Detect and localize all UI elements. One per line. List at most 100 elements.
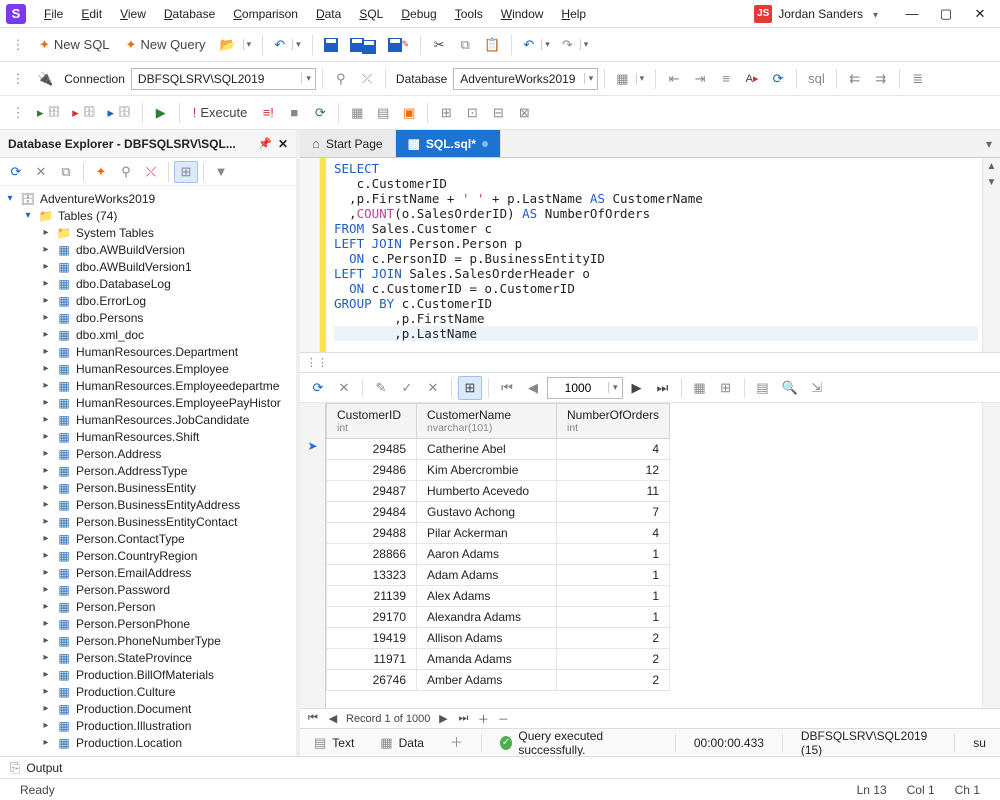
db-debug-button[interactable]: ▸🗄 (102, 101, 135, 125)
user-badge[interactable]: JS (754, 5, 772, 23)
tree-table[interactable]: ▸▦Person.Address (0, 445, 296, 462)
last-page-button[interactable]: ⏭ (651, 376, 675, 400)
refresh-results-button[interactable]: ⟳ (306, 376, 330, 400)
tree-table[interactable]: ▸▦dbo.DatabaseLog (0, 275, 296, 292)
result-text-button[interactable]: ▤ (371, 101, 395, 125)
user-dropdown[interactable] (869, 7, 878, 21)
first-page-button[interactable]: ⏮ (495, 376, 519, 400)
pane-2-button[interactable]: ⊡ (460, 101, 484, 125)
rollback-button[interactable]: ✕ (421, 376, 445, 400)
indent-left-button[interactable]: ⇤ (662, 67, 686, 91)
execute-to-cursor-button[interactable]: ≡! (256, 101, 280, 125)
nav-next[interactable]: ▶ (436, 712, 450, 725)
history-back-button[interactable]: ↶▾ (269, 33, 305, 57)
refresh-button[interactable]: ⟳ (766, 67, 790, 91)
cut-button[interactable]: ✂ (427, 33, 451, 57)
indent-right-button[interactable]: ⇥ (688, 67, 712, 91)
commit-button[interactable]: ✓ (395, 376, 419, 400)
data-tab-button[interactable]: ▦Data (372, 736, 432, 750)
view-mode-button[interactable]: ⊞ (174, 161, 198, 183)
new-query-button[interactable]: ✦New Query (119, 33, 213, 57)
tree-table[interactable]: ▸▦HumanResources.EmployeePayHistor (0, 394, 296, 411)
scroll-down-icon[interactable]: ▼ (983, 174, 1000, 190)
menu-database[interactable]: Database (156, 4, 223, 24)
save-as-button[interactable]: ✎ (383, 33, 415, 57)
tree-table[interactable]: ▸▦HumanResources.Employee (0, 360, 296, 377)
connection-combo[interactable]: DBFSQLSRV\SQL2019▾ (131, 68, 316, 90)
add-tab-button[interactable]: ＋ (442, 736, 471, 749)
copy-button[interactable]: ⧉ (453, 33, 477, 57)
plug-tree-button[interactable]: ⚲ (114, 161, 138, 183)
close-button[interactable]: ✕ (966, 3, 994, 25)
tree-table[interactable]: ▸▦HumanResources.JobCandidate (0, 411, 296, 428)
tree-table[interactable]: ▸▦Person.BusinessEntityAddress (0, 496, 296, 513)
menu-tools[interactable]: Tools (447, 4, 491, 24)
tool-btn-1[interactable]: ▦▾ (611, 67, 649, 91)
tree-table[interactable]: ▸▦Person.PersonPhone (0, 615, 296, 632)
view1-button[interactable]: ▦ (688, 376, 712, 400)
refresh-tree-button[interactable]: ⟳ (4, 161, 28, 183)
comment-button[interactable]: ≡ (714, 67, 738, 91)
list-button[interactable]: ≣ (906, 67, 930, 91)
tabs-overflow[interactable]: ▾ (978, 130, 1000, 157)
output-panel-tab[interactable]: ⎘ Output (0, 756, 1000, 778)
page-size-combo[interactable]: ▾ (547, 377, 623, 399)
text-tab-button[interactable]: ▤Text (306, 736, 362, 750)
filter-button[interactable]: ▼ (209, 161, 233, 183)
nav-del[interactable]: － (496, 711, 510, 727)
tree-table[interactable]: ▸▦Production.BillOfMaterials (0, 666, 296, 683)
nav-first[interactable]: ⏮ (306, 712, 320, 725)
copy-tree-button[interactable]: ⧉ (54, 161, 78, 183)
pane-1-button[interactable]: ⊞ (434, 101, 458, 125)
minimize-button[interactable]: — (898, 3, 926, 25)
results-grid[interactable]: CustomerIDintCustomerNamenvarchar(101)Nu… (326, 403, 982, 708)
run-button[interactable]: ▶ (149, 101, 173, 125)
tree-table[interactable]: ▸▦dbo.Persons (0, 309, 296, 326)
cycle-button[interactable]: ⟳ (308, 101, 332, 125)
tree-system-tables[interactable]: ▸📁System Tables (0, 224, 296, 241)
tree-table[interactable]: ▸▦Production.Culture (0, 683, 296, 700)
tree-table[interactable]: ▸▦Person.AddressType (0, 462, 296, 479)
delete-tree-button[interactable]: ✕ (29, 161, 53, 183)
execute-button[interactable]: !Execute (186, 101, 255, 125)
unplug-button[interactable]: ⤫ (355, 67, 379, 91)
view3-button[interactable]: ▤ (751, 376, 775, 400)
tab-sql-file[interactable]: ▦SQL.sql* (396, 130, 501, 157)
open-button[interactable]: 📂▾ (214, 33, 256, 57)
pin-icon[interactable]: 📌 (258, 137, 272, 150)
unplug-tree-button[interactable]: ⤬ (139, 161, 163, 183)
tree-table[interactable]: ▸▦dbo.AWBuildVersion1 (0, 258, 296, 275)
tree-table[interactable]: ▸▦dbo.ErrorLog (0, 292, 296, 309)
tree-tables-folder[interactable]: ▾📁Tables (74) (0, 207, 296, 224)
tree-table[interactable]: ▸▦Person.Person (0, 598, 296, 615)
indent-button[interactable]: ⇉ (869, 67, 893, 91)
tree-table[interactable]: ▸▦HumanResources.Employeedepartme (0, 377, 296, 394)
menu-window[interactable]: Window (493, 4, 552, 24)
db-stop-button[interactable]: ▸🗄 (67, 101, 100, 125)
stop-button[interactable]: ■ (282, 101, 306, 125)
tree-table[interactable]: ▸▦Person.Password (0, 581, 296, 598)
nav-add[interactable]: ＋ (476, 711, 490, 727)
tab-start-page[interactable]: ⌂Start Page (300, 130, 396, 157)
db-run-button[interactable]: ▸🗄 (32, 101, 65, 125)
menu-data[interactable]: Data (308, 4, 349, 24)
outdent-button[interactable]: ⇇ (843, 67, 867, 91)
tree-table[interactable]: ▸▦dbo.xml_doc (0, 326, 296, 343)
menu-help[interactable]: Help (553, 4, 594, 24)
grid-mode-button[interactable]: ⊞ (458, 376, 482, 400)
tree-table[interactable]: ▸▦Production.Document (0, 700, 296, 717)
menu-sql[interactable]: SQL (351, 4, 391, 24)
panel-close-icon[interactable]: ✕ (278, 137, 288, 151)
menu-file[interactable]: File (36, 4, 71, 24)
prev-page-button[interactable]: ◀ (521, 376, 545, 400)
scroll-up-icon[interactable]: ▲ (983, 158, 1000, 174)
tree-database[interactable]: ▾🗄AdventureWorks2019 (0, 190, 296, 207)
result-grid-button[interactable]: ▦ (345, 101, 369, 125)
new-sql-button[interactable]: ✦New SQL (32, 33, 117, 57)
next-page-button[interactable]: ▶ (625, 376, 649, 400)
sql-format-button[interactable]: sql (803, 67, 830, 91)
maximize-button[interactable]: ▢ (932, 3, 960, 25)
grid-scrollbar[interactable] (982, 403, 1000, 708)
tree-table[interactable]: ▸▦Person.CountryRegion (0, 547, 296, 564)
menu-edit[interactable]: Edit (73, 4, 110, 24)
